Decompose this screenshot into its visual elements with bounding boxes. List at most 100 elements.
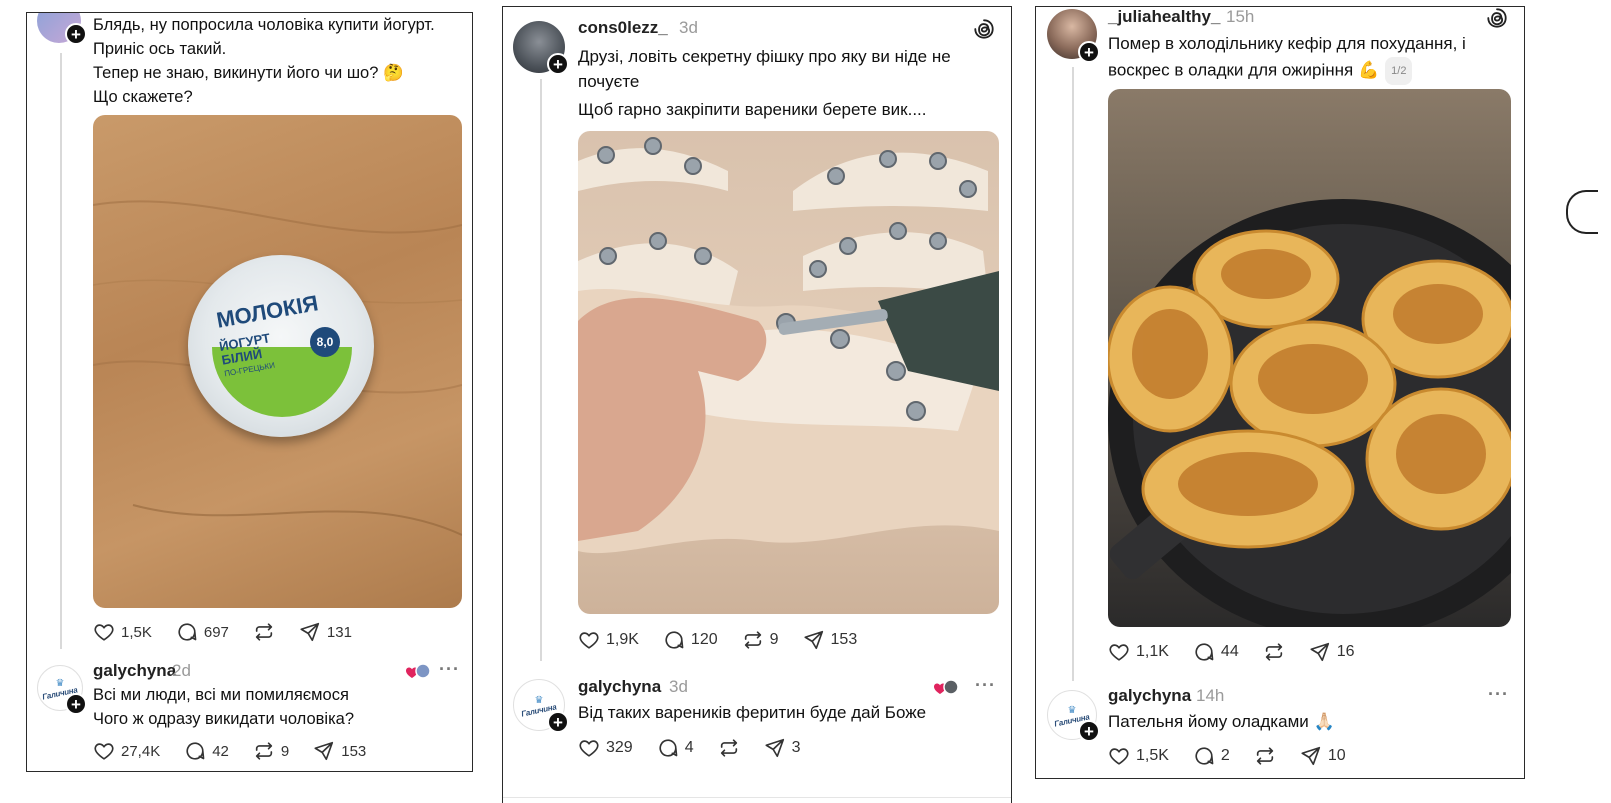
comment-icon (657, 737, 679, 759)
heart-icon (93, 621, 115, 643)
post-actions: 1,9K 120 9 153 (578, 629, 881, 651)
more-icon[interactable]: ··· (975, 675, 996, 696)
image-pager: 1/2 (1385, 57, 1413, 85)
reply-text: Пательня йому оладками 🙏🏻 (1108, 712, 1335, 731)
threads-logo-icon[interactable] (973, 18, 995, 40)
share-button[interactable]: 16 (1309, 641, 1355, 663)
repost-icon (742, 629, 764, 651)
share-icon (1309, 641, 1331, 663)
share-button[interactable]: 153 (803, 629, 857, 651)
reply-text: Від таких вареників феритин буде дай Бож… (578, 703, 927, 722)
reply-username[interactable]: galychyna (1108, 686, 1191, 706)
repost-button[interactable] (718, 737, 740, 759)
repost-button[interactable] (1254, 745, 1276, 767)
heart-icon (1108, 745, 1130, 767)
plus-icon[interactable]: + (547, 53, 569, 75)
yogurt-brand: МОЛОКІЯ (214, 290, 321, 333)
share-icon (1300, 745, 1322, 767)
threads-logo-icon[interactable] (1486, 7, 1508, 29)
heart-icon (578, 737, 600, 759)
share-button[interactable]: 10 (1300, 745, 1346, 767)
repost-icon (253, 740, 275, 762)
share-icon (803, 629, 825, 651)
plus-icon[interactable]: + (65, 693, 87, 715)
divider (503, 797, 1011, 798)
thread-line (540, 79, 542, 661)
like-button[interactable]: 1,5K (93, 621, 152, 643)
share-button[interactable]: 131 (299, 621, 352, 643)
share-icon (299, 621, 321, 643)
post-card-1: + Блядь, ну попросила чоловіка купити йо… (26, 12, 473, 772)
repost-icon (1263, 641, 1285, 663)
plus-icon[interactable]: + (1078, 41, 1100, 63)
post-image[interactable] (578, 131, 999, 614)
reply-username[interactable]: galychyna (578, 677, 661, 697)
heart-icon (93, 740, 115, 762)
comment-icon (184, 740, 206, 762)
thread-line (1072, 67, 1074, 681)
liked-by-author-icon (406, 663, 431, 679)
reply-username[interactable]: galychyna (93, 661, 176, 681)
repost-icon (1254, 745, 1276, 767)
repost-icon (253, 621, 275, 643)
share-button[interactable]: 153 (313, 740, 366, 762)
dumplings-illustration (578, 137, 999, 554)
plus-icon[interactable]: + (1078, 720, 1100, 742)
post-actions: 1,5K 697 131 (93, 621, 376, 643)
comment-button[interactable]: 2 (1193, 745, 1230, 767)
yogurt-fat-badge: 8,0 (310, 327, 340, 357)
yogurt-cup: МОЛОКІЯ ЙОГУРТ БІЛИЙ ПО-ГРЕЦЬКИ 8,0 (188, 255, 374, 437)
comment-icon (176, 621, 198, 643)
reply-text: Всі ми люди, всі ми помиляємося Чого ж о… (93, 686, 355, 728)
post-time: 3d (679, 18, 698, 37)
like-button[interactable]: 1,9K (578, 629, 639, 651)
pancakes-illustration (1108, 199, 1511, 627)
repost-button[interactable] (253, 621, 275, 643)
heart-icon (578, 629, 600, 651)
post-image[interactable] (1108, 89, 1511, 627)
heart-icon (1108, 641, 1130, 663)
post-text: Друзі, ловіть секретну фішку про яку ви … (578, 47, 951, 119)
like-button[interactable]: 27,4K (93, 740, 160, 762)
reply-actions: 329 4 3 (578, 737, 825, 759)
post-actions: 1,1K 44 16 (1108, 641, 1379, 663)
like-button[interactable]: 1,5K (1108, 745, 1169, 767)
comment-icon (663, 629, 685, 651)
liked-by-author-icon (934, 679, 959, 695)
post-card-2: + cons0lezz_ 3d Друзі, ловіть секретну ф… (502, 6, 1012, 803)
comment-icon (1193, 641, 1215, 663)
plus-icon[interactable]: + (547, 711, 569, 733)
post-text: Блядь, ну попросила чоловіка купити йогу… (93, 16, 435, 106)
comment-icon (1193, 745, 1215, 767)
reply-time: 2d (172, 661, 191, 680)
repost-button[interactable] (1263, 641, 1285, 663)
share-icon (764, 737, 786, 759)
thread-line (60, 53, 62, 649)
share-button[interactable]: 3 (764, 737, 801, 759)
reply-time: 3d (669, 677, 688, 696)
post-text: Помер в холодільнику кефір для похудання… (1108, 31, 1513, 85)
post-card-3: + _juliahealthy_ 15h Помер в холодільник… (1035, 6, 1525, 779)
reply-actions: 27,4K 42 9 153 (93, 740, 390, 762)
share-icon (313, 740, 335, 762)
reply-actions: 1,5K 2 10 (1108, 745, 1370, 767)
plus-icon[interactable]: + (65, 23, 87, 45)
repost-button[interactable]: 9 (253, 740, 289, 762)
comment-button[interactable]: 697 (176, 621, 229, 643)
repost-button[interactable]: 9 (742, 629, 779, 651)
more-icon[interactable]: ··· (439, 659, 460, 680)
post-username[interactable]: cons0lezz_ (578, 18, 668, 38)
comment-button[interactable]: 44 (1193, 641, 1239, 663)
edge-fragment (1566, 190, 1598, 234)
post-time: 15h (1226, 7, 1255, 26)
repost-icon (718, 737, 740, 759)
reply-time: 14h (1196, 686, 1225, 705)
like-button[interactable]: 1,1K (1108, 641, 1169, 663)
comment-button[interactable]: 120 (663, 629, 718, 651)
comment-button[interactable]: 42 (184, 740, 229, 762)
post-username[interactable]: _juliahealthy_ (1108, 7, 1220, 27)
comment-button[interactable]: 4 (657, 737, 694, 759)
like-button[interactable]: 329 (578, 737, 633, 759)
more-icon[interactable]: ··· (1488, 684, 1509, 705)
post-image[interactable]: МОЛОКІЯ ЙОГУРТ БІЛИЙ ПО-ГРЕЦЬКИ 8,0 (93, 115, 462, 608)
